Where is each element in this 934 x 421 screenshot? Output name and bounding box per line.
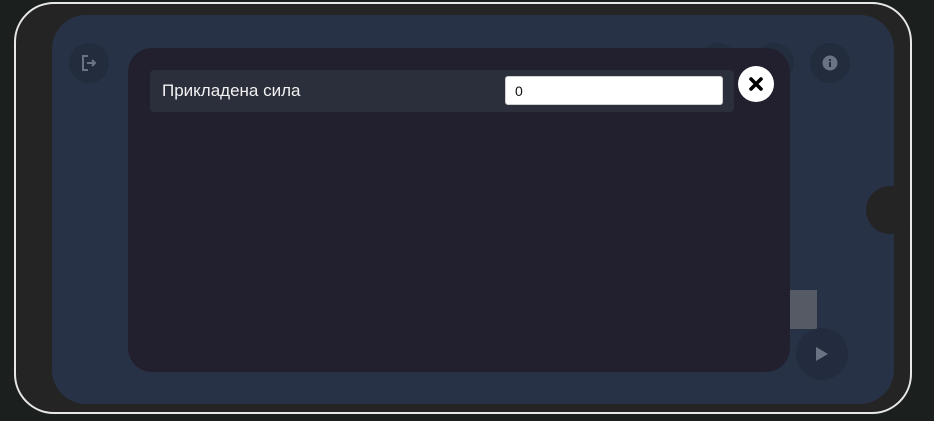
app-screen: Прикладена сила: [52, 15, 894, 404]
exit-button[interactable]: [69, 43, 109, 83]
camera-notch: [866, 186, 910, 234]
parameters-dialog: Прикладена сила: [128, 48, 790, 372]
param-row-applied-force: Прикладена сила: [150, 70, 734, 112]
applied-force-input[interactable]: [505, 76, 723, 105]
close-icon: [748, 76, 764, 92]
close-button[interactable]: [738, 66, 774, 102]
exit-icon: [80, 54, 98, 72]
play-button[interactable]: [796, 328, 848, 380]
play-icon: [815, 346, 829, 362]
info-icon: [822, 55, 838, 71]
object-block[interactable]: [789, 290, 817, 329]
device-frame: Прикладена сила: [14, 2, 912, 414]
info-button[interactable]: [810, 43, 850, 83]
param-label: Прикладена сила: [162, 81, 301, 100]
